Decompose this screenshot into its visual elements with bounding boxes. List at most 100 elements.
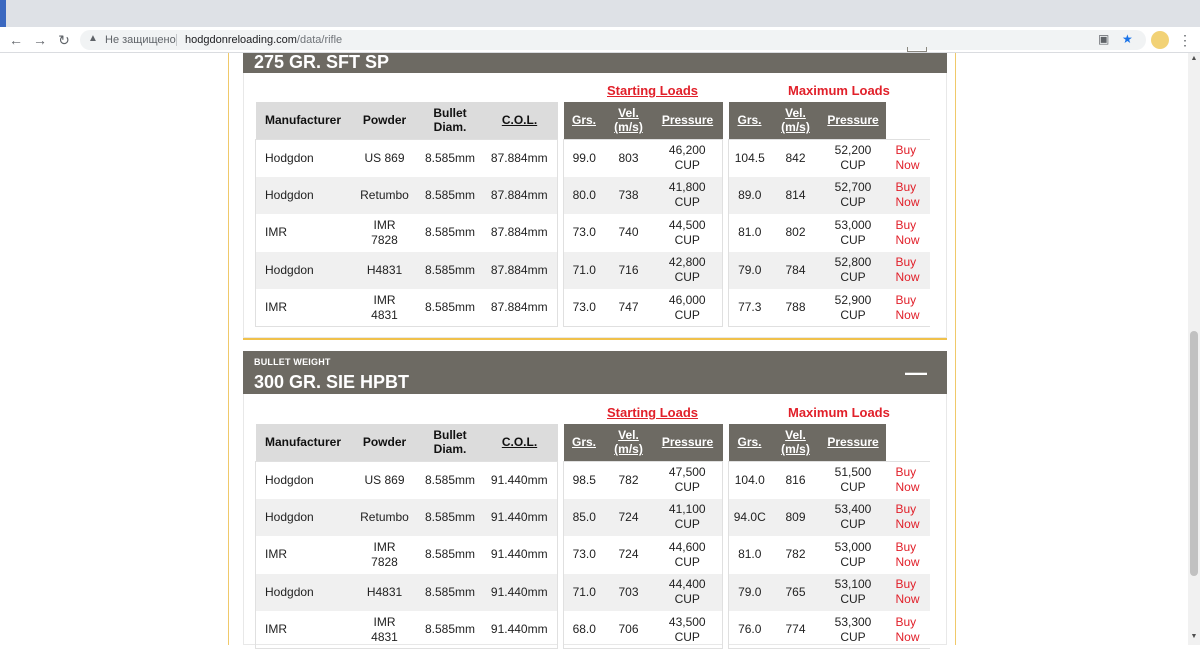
buy-now-link[interactable]: Buy Now xyxy=(885,498,930,536)
browser-menu-icon[interactable]: ⋮ xyxy=(1178,31,1192,49)
scroll-up-icon[interactable]: ▲ xyxy=(1188,55,1200,62)
pressure-value: 52,200 xyxy=(834,143,872,157)
start-vel-cell: 706 xyxy=(604,611,653,649)
security-label[interactable]: Не защищено xyxy=(105,34,176,46)
col-header-max-vel[interactable]: Vel. (m/s) xyxy=(770,424,821,461)
scroll-down-icon[interactable]: ▼ xyxy=(1188,633,1200,640)
pressure-unit: CUP xyxy=(674,480,700,494)
col-header-col[interactable]: C.O.L. xyxy=(481,102,558,139)
url-text[interactable]: hodgdonreloading.com/data/rifle xyxy=(185,34,342,46)
col-header-start-grs[interactable]: Grs. xyxy=(563,102,605,139)
max-grs-cell: 104.0 xyxy=(728,460,771,499)
section-header-275[interactable]: 275 GR. SFT SP xyxy=(243,47,947,73)
starting-loads-link[interactable]: Starting Loads xyxy=(607,83,698,98)
buy-now-link[interactable]: Buy Now xyxy=(885,289,930,327)
page-scrollbar[interactable]: ▲ ▼ xyxy=(1188,53,1200,645)
start-vel-cell: 782 xyxy=(604,460,653,499)
start-pressure-cell: 44,500 CUP xyxy=(652,214,723,252)
start-pressure-cell: 46,000 CUP xyxy=(652,289,723,327)
buy-now-link[interactable]: Buy Now xyxy=(885,460,930,499)
buy-line: Buy xyxy=(895,614,917,629)
tab-strip xyxy=(0,0,1200,27)
col-cell: 91.440mm xyxy=(481,498,558,536)
start-vel-cell: 724 xyxy=(618,547,639,562)
col-header-start-grs[interactable]: Grs. xyxy=(563,424,605,461)
col-header-max-vel[interactable]: Vel. (m/s) xyxy=(770,102,821,139)
pressure-value: 53,000 xyxy=(834,217,872,232)
col-cell: 87.884mm xyxy=(481,289,558,327)
start-vel-cell: 747 xyxy=(604,289,653,327)
col-header-buy xyxy=(885,424,930,461)
pressure-value: 53,400 xyxy=(834,502,872,517)
manufacturer-cell: Hodgdon xyxy=(255,573,351,611)
buy-now-link[interactable]: Buy Now xyxy=(886,214,930,252)
buy-line: Buy xyxy=(895,143,917,157)
col-header-max-pressure[interactable]: Pressure xyxy=(820,424,886,461)
pressure-value: 44,500 xyxy=(668,217,706,232)
address-divider xyxy=(176,34,177,46)
header-line: (m/s) xyxy=(614,120,643,135)
buy-now-link[interactable]: Buy Now xyxy=(885,573,930,611)
pressure-unit: CUP xyxy=(840,592,866,607)
buy-now-link[interactable]: Buy Now xyxy=(885,176,930,214)
buy-now-link[interactable]: Buy Now xyxy=(885,611,930,649)
scrollbar-thumb[interactable] xyxy=(1190,331,1198,576)
collapse-icon[interactable]: — xyxy=(905,362,927,384)
back-arrow-icon[interactable]: ← xyxy=(7,31,25,49)
start-vel-cell: 738 xyxy=(604,176,653,214)
col-header-start-pressure[interactable]: Pressure xyxy=(652,102,723,139)
buy-now-link[interactable]: Buy Now xyxy=(885,251,930,289)
header-line: Diam. xyxy=(433,442,467,457)
pressure-value: 43,500 xyxy=(668,614,706,629)
col-header-col[interactable]: C.O.L. xyxy=(481,424,558,461)
buy-line: Now xyxy=(895,158,920,172)
forward-arrow-icon[interactable]: → xyxy=(31,31,49,49)
start-pressure-cell: 44,400 CUP xyxy=(652,573,723,611)
bullet-diam-cell: 8.585mm xyxy=(418,138,482,177)
col-header-max-grs[interactable]: Grs. xyxy=(728,424,771,461)
translate-icon[interactable]: ▣ xyxy=(1098,32,1109,46)
powder-line: 4831 xyxy=(371,629,398,644)
buy-line: Buy xyxy=(895,255,917,270)
starting-loads-link[interactable]: Starting Loads xyxy=(607,405,698,420)
col-header-bullet-diam: Bullet Diam. xyxy=(418,102,482,139)
max-vel-cell: 784 xyxy=(770,251,821,289)
manufacturer-cell: IMR xyxy=(255,611,351,649)
col-header-start-pressure[interactable]: Pressure xyxy=(652,424,723,461)
start-grs-cell: 73.0 xyxy=(563,289,605,327)
max-vel-cell: 809 xyxy=(770,498,821,536)
pressure-unit: CUP xyxy=(840,554,866,569)
col-header-start-vel[interactable]: Vel. (m/s) xyxy=(604,424,653,461)
max-grs-cell: 81.0 xyxy=(728,536,771,574)
header-line: Vel. xyxy=(618,428,639,443)
address-bar[interactable]: ▲ Не защищено hodgdonreloading.com/data/… xyxy=(80,30,1146,50)
table-row: IMR IMR 7828 8.585mm 87.884mm 73.0 740 44,500 CU… xyxy=(255,214,930,252)
pressure-unit: CUP xyxy=(840,270,866,285)
table-header-row: Manufacturer Powder Bullet Diam. C.O.L. Grs. V… xyxy=(255,424,930,461)
col-header-start-vel[interactable]: Vel. (m/s) xyxy=(604,102,653,139)
col-header-max-grs[interactable]: Grs. xyxy=(728,102,771,139)
pressure-value: 41,800 xyxy=(668,180,706,195)
max-pressure-cell: 53,000 CUP xyxy=(821,536,886,574)
profile-avatar-icon[interactable] xyxy=(1151,31,1169,49)
reload-icon[interactable]: ↻ xyxy=(55,31,73,49)
start-grs-cell: 71.0 xyxy=(563,573,605,611)
col-header-max-pressure[interactable]: Pressure xyxy=(820,102,886,139)
warning-triangle-icon[interactable]: ▲ xyxy=(88,33,98,44)
manufacturer-cell: Hodgdon xyxy=(255,176,351,214)
header-line: Bullet xyxy=(433,106,467,121)
buy-now-link[interactable]: Buy Now xyxy=(885,138,930,177)
bookmark-star-icon[interactable]: ★ xyxy=(1122,32,1133,46)
bullet-diam-cell: 8.585mm xyxy=(418,611,482,649)
buy-line: Now xyxy=(895,232,920,247)
active-tab-edge[interactable] xyxy=(0,0,6,27)
col-cell: 91.440mm xyxy=(481,573,558,611)
max-grs-cell: 89.0 xyxy=(728,176,771,214)
buy-now-link[interactable]: Buy Now xyxy=(886,536,930,574)
collapse-icon[interactable] xyxy=(907,47,927,52)
max-grs-cell: 79.0 xyxy=(728,251,771,289)
start-grs-cell: 68.0 xyxy=(563,611,605,649)
section-header-300[interactable]: BULLET WEIGHT 300 GR. SIE HPBT — xyxy=(243,351,947,394)
section-divider xyxy=(243,338,947,340)
table-row: IMR IMR 7828 8.585mm 91.440mm 73.0 724 44,600 CU… xyxy=(255,536,930,574)
